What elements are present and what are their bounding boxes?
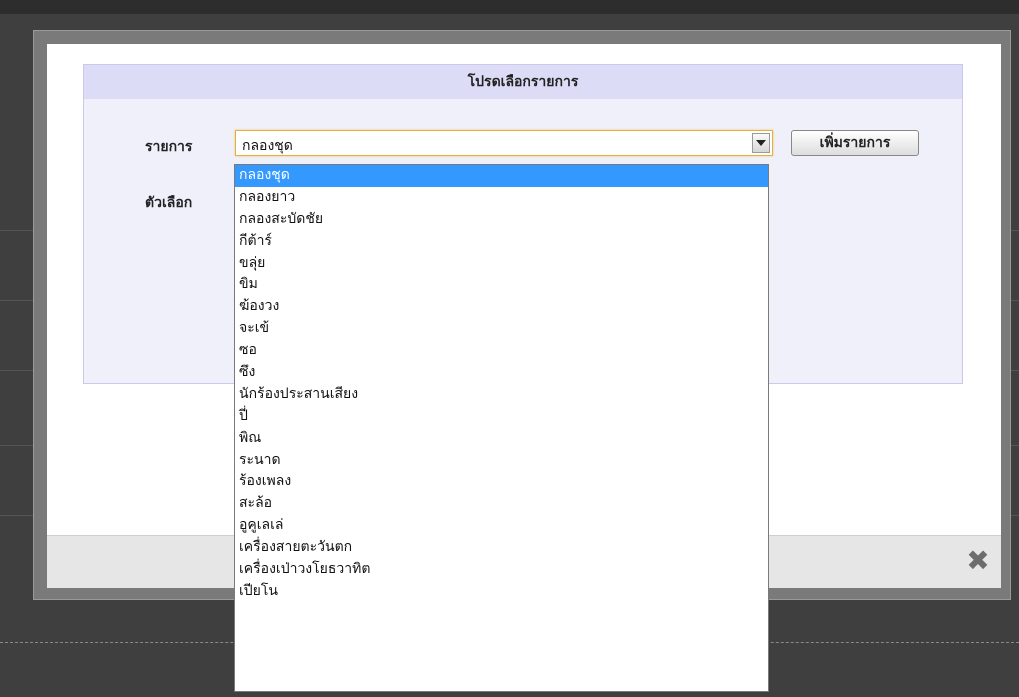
dropdown-option[interactable]: ฆ้องวง (235, 296, 768, 318)
dropdown-option[interactable]: เครื่องเป่าวงโยธวาทิต (235, 559, 768, 581)
option-label: ตัวเลือก (145, 195, 193, 211)
dropdown-option[interactable]: กลองสะบัดชัย (235, 209, 768, 231)
dropdown-option[interactable]: ขิม (235, 274, 768, 296)
add-item-button[interactable]: เพิ่มรายการ (791, 130, 919, 156)
dropdown-option[interactable]: ซอ (235, 340, 768, 362)
dropdown-option[interactable]: เปียโน (235, 581, 768, 603)
item-select[interactable]: กลองชุด (235, 130, 773, 156)
dialog-title: โปรดเลือกรายการ (84, 65, 962, 99)
dropdown-option[interactable]: กลองชุด (235, 165, 768, 187)
dropdown-option[interactable]: จะเข้ (235, 318, 768, 340)
dropdown-option[interactable]: กลองยาว (235, 187, 768, 209)
item-dropdown-list[interactable]: กลองชุด กลองยาว กลองสะบัดชัย กีต้าร์ ขลุ่ย ขิ… (234, 164, 769, 692)
dropdown-option[interactable]: ขลุ่ย (235, 253, 768, 275)
background-top-strip (0, 0, 1019, 14)
dropdown-option[interactable]: ร้องเพลง (235, 471, 768, 493)
item-select-value: กลองชุด (242, 138, 293, 154)
close-icon[interactable]: ✖ (965, 547, 991, 575)
dropdown-option[interactable]: ซึง (235, 362, 768, 384)
dropdown-option[interactable]: นักร้องประสานเสียง (235, 384, 768, 406)
dropdown-option[interactable]: เครื่องสายตะวันตก (235, 537, 768, 559)
dropdown-option[interactable]: สะล้อ (235, 493, 768, 515)
dropdown-option[interactable]: ปี่ (235, 406, 768, 428)
item-label: รายการ (145, 139, 193, 155)
dropdown-option[interactable]: พิณ (235, 428, 768, 450)
dropdown-option[interactable]: กีต้าร์ (235, 231, 768, 253)
chevron-down-icon[interactable] (752, 133, 770, 153)
dropdown-option[interactable]: อูคูเลเล่ (235, 515, 768, 537)
dropdown-option[interactable]: ระนาด (235, 450, 768, 472)
